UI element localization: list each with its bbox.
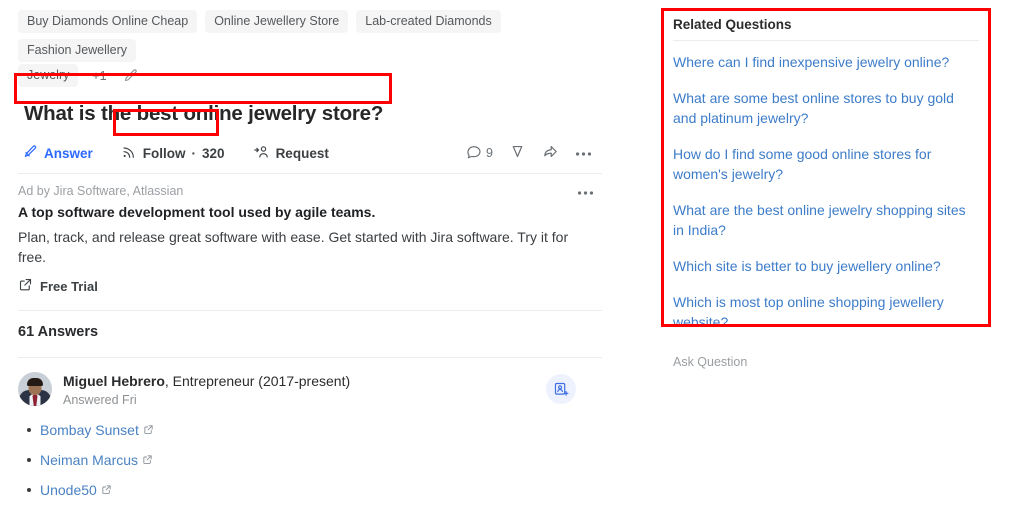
user-avatar-photo[interactable]	[18, 372, 52, 406]
topic-pill-buy-diamonds-online-cheap[interactable]: Buy Diamonds Online Cheap	[18, 10, 198, 33]
related-question-6[interactable]: Which is most top online shopping jewell…	[673, 292, 979, 332]
secondary-action-icons: 9	[466, 139, 592, 167]
related-question-4[interactable]: What are the best online jewelry shoppin…	[673, 200, 979, 240]
topic-pill-lab-created-diamonds[interactable]: Lab-created Diamonds	[356, 10, 501, 33]
ad-cta-free-trial[interactable]: Free Trial	[18, 277, 98, 295]
answered-timestamp: Answered Fri	[63, 393, 137, 407]
follow-count: 320	[202, 145, 225, 161]
question-action-bar: Answer Follow · 320 Request 9	[18, 139, 602, 167]
request-button[interactable]: Request	[249, 141, 333, 166]
ad-body-text: Plan, track, and release great software …	[18, 229, 569, 265]
main-content-column: Buy Diamonds Online Cheap Online Jewelle…	[0, 0, 620, 514]
answer-author-info: Miguel Hebrero, Entrepreneur (2017-prese…	[63, 372, 350, 407]
answer-link-bombay-sunset[interactable]: Bombay Sunset	[40, 422, 139, 438]
related-questions-sidebar: Related Questions Where can I find inexp…	[661, 8, 991, 369]
follow-separator: ·	[191, 145, 197, 161]
ad-byline: Ad by Jira Software, Atlassian	[18, 184, 184, 198]
answer-item: Miguel Hebrero, Entrepreneur (2017-prese…	[18, 372, 602, 514]
rss-follow-icon	[121, 144, 137, 163]
comment-button[interactable]: 9	[466, 144, 493, 163]
ad-block: Ad by Jira Software, Atlassian A top sof…	[18, 184, 602, 311]
external-link-icon	[101, 482, 112, 498]
action-bar-divider	[18, 173, 602, 174]
external-link-icon	[18, 277, 33, 295]
downvote-button[interactable]	[509, 143, 526, 163]
list-item: Unode50	[27, 481, 602, 499]
answer-author-row: Miguel Hebrero, Entrepreneur (2017-prese…	[18, 372, 602, 407]
related-question-5[interactable]: Which site is better to buy jewellery on…	[673, 256, 979, 276]
answers-count-heading: 61 Answers	[18, 324, 99, 340]
follow-button[interactable]: Follow · 320	[113, 140, 233, 167]
ad-cta-label: Free Trial	[40, 278, 98, 294]
question-title-wrap: What is the best online jewelry store?	[18, 98, 389, 130]
person-request-icon	[253, 144, 270, 163]
related-questions-inner: Related Questions Where can I find inexp…	[661, 8, 991, 344]
answer-link-neiman-marcus[interactable]: Neiman Marcus	[40, 452, 138, 468]
answer-link-list: Bombay Sunset Neiman Marcus Unode50 Swar…	[18, 421, 602, 514]
pencil-edit-icon	[22, 144, 38, 163]
ad-bottom-divider	[18, 310, 602, 311]
comment-count: 9	[486, 146, 493, 160]
page-title: What is the best online jewelry store?	[24, 102, 384, 125]
add-person-badge-icon[interactable]	[546, 374, 576, 404]
ellipsis-icon	[575, 146, 592, 160]
author-name-line: Miguel Hebrero, Entrepreneur (2017-prese…	[63, 372, 350, 390]
quora-question-page: Buy Diamonds Online Cheap Online Jewelle…	[0, 0, 1024, 514]
comment-bubble-icon	[466, 144, 482, 163]
topic-pill-online-jewellery-store[interactable]: Online Jewellery Store	[205, 10, 349, 33]
related-question-2[interactable]: What are some best online stores to buy …	[673, 88, 979, 128]
sidebar-divider	[673, 40, 979, 41]
edit-topics-pencil-icon[interactable]	[121, 66, 141, 86]
related-questions-title: Related Questions	[673, 17, 792, 32]
author-credential: , Entrepreneur (2017-present)	[164, 373, 351, 389]
ask-question-link[interactable]: Ask Question	[661, 344, 991, 369]
answer-button[interactable]: Answer	[18, 141, 97, 166]
related-question-3[interactable]: How do I find some good online stores fo…	[673, 144, 979, 184]
answer-link-unode50[interactable]: Unode50	[40, 482, 97, 498]
ad-more-options-button[interactable]	[577, 184, 594, 199]
topic-pill-fashion-jewellery[interactable]: Fashion Jewellery	[18, 39, 137, 62]
topic-pill-row-1: Buy Diamonds Online Cheap Online Jewelle…	[18, 10, 602, 62]
list-item: Neiman Marcus	[27, 451, 602, 469]
external-link-icon	[142, 452, 153, 468]
topic-more-count[interactable]: +1	[86, 65, 112, 87]
answers-heading-divider	[18, 357, 602, 358]
related-question-1[interactable]: Where can I find inexpensive jewelry onl…	[673, 52, 979, 72]
external-link-icon	[143, 422, 154, 438]
follow-button-label: Follow	[142, 145, 186, 161]
share-arrow-icon	[542, 143, 559, 163]
downvote-arrow-icon	[509, 143, 526, 163]
more-options-button[interactable]	[575, 146, 592, 160]
author-name[interactable]: Miguel Hebrero	[63, 373, 165, 389]
request-button-label: Request	[275, 145, 329, 161]
list-item: Bombay Sunset	[27, 421, 602, 439]
topic-pill-jewelry[interactable]: Jewelry	[18, 64, 79, 87]
topic-pill-row-2: Jewelry +1	[18, 64, 602, 87]
ad-headline: A top software development tool used by …	[18, 204, 376, 220]
answer-button-label: Answer	[44, 145, 93, 161]
share-button[interactable]	[542, 143, 559, 163]
